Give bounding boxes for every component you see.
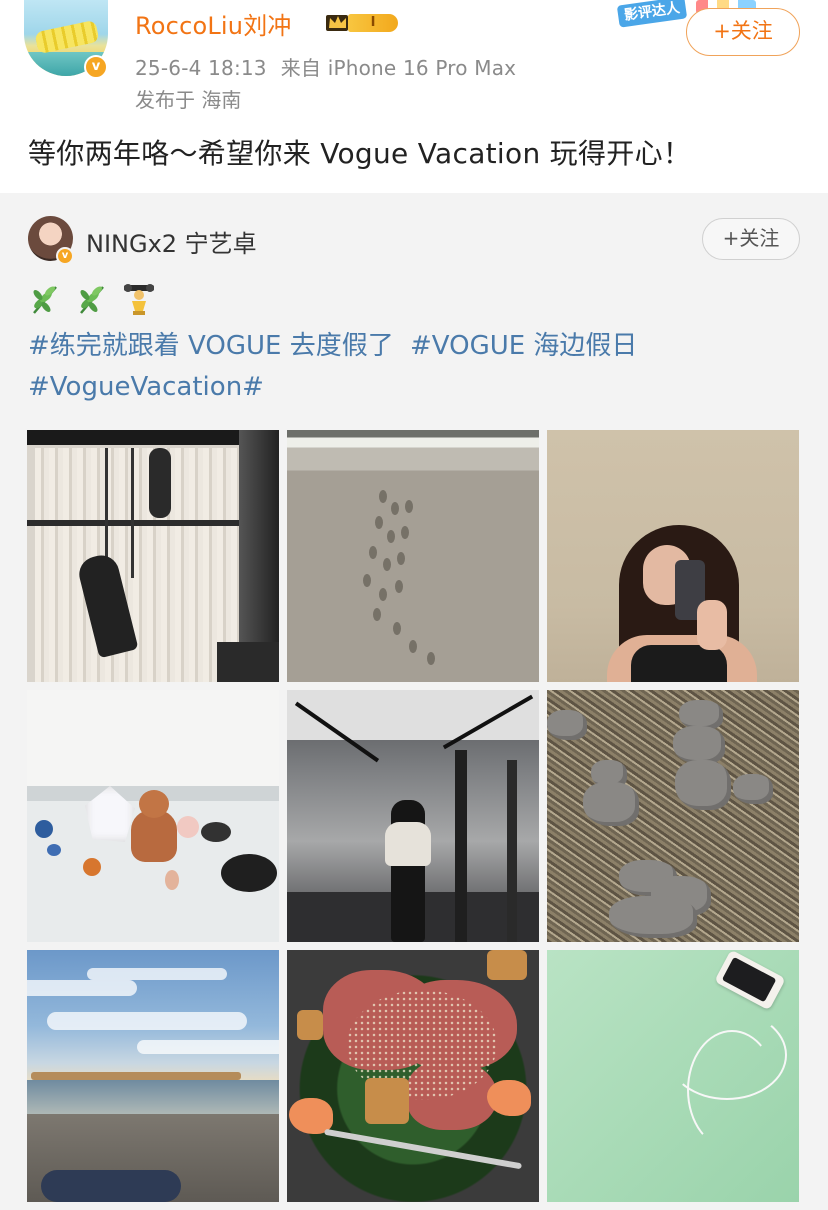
post-meta: 25-6-4 18:13 来自 iPhone 16 Pro Max xyxy=(135,52,516,81)
emoji-row xyxy=(28,281,164,321)
hashtag-link[interactable]: #VogueVacation# xyxy=(28,372,264,402)
hashtag-link[interactable]: #练完就跟着 VOGUE 去度假了 xyxy=(28,331,394,361)
mirror-selfie-photo[interactable] xyxy=(547,430,799,682)
salad-photo[interactable] xyxy=(287,950,539,1202)
main-post: v RoccoLiu刘冲 I 25-6-4 18:13 来自 iPhone 16 … xyxy=(0,0,828,193)
critic-badge-label: 影评达人 xyxy=(616,0,688,28)
green-mat-phone-photo[interactable] xyxy=(547,950,799,1202)
aerial-yoga-photo[interactable] xyxy=(27,430,279,682)
post-location: 发布于 海南 xyxy=(135,88,242,112)
herb-icon xyxy=(80,286,105,314)
post-source: 来自 iPhone 16 Pro Max xyxy=(280,56,517,80)
trophy-icon xyxy=(124,284,155,315)
repost-follow-button[interactable]: +关注 xyxy=(702,218,800,260)
herb-icon xyxy=(33,286,57,314)
repost-card[interactable]: v NINGx2 宁艺卓 +关注 #练完就跟着 VOGUE 去度假了 #VOGU… xyxy=(0,193,828,1210)
avatar-float xyxy=(34,19,100,55)
repost-username[interactable]: NINGx2 宁艺卓 xyxy=(86,224,257,259)
timestamp: 25-6-4 18:13 xyxy=(135,56,267,80)
gym-mirror-photo[interactable] xyxy=(287,690,539,942)
stone-cairns-photo[interactable] xyxy=(547,690,799,942)
beach-footprints-photo[interactable] xyxy=(287,430,539,682)
photo-grid xyxy=(27,430,800,1202)
vip-badge[interactable]: I xyxy=(324,9,400,35)
verified-badge-icon: v xyxy=(56,247,74,265)
crystals-cat-photo[interactable] xyxy=(27,690,279,942)
verified-badge-icon: v xyxy=(84,55,108,79)
hashtag-list: #练完就跟着 VOGUE 去度假了 #VOGUE 海边假日 #VogueVaca… xyxy=(28,326,808,408)
post-text: 等你两年咯～希望你来 Vogue Vacation 玩得开心！ xyxy=(28,137,692,170)
level-label: I xyxy=(348,14,398,32)
follow-button[interactable]: +关注 xyxy=(686,8,800,56)
username[interactable]: RoccoLiu刘冲 xyxy=(135,6,292,41)
beach-sky-photo[interactable] xyxy=(27,950,279,1202)
hashtag-link[interactable]: #VOGUE 海边假日 xyxy=(410,331,637,361)
